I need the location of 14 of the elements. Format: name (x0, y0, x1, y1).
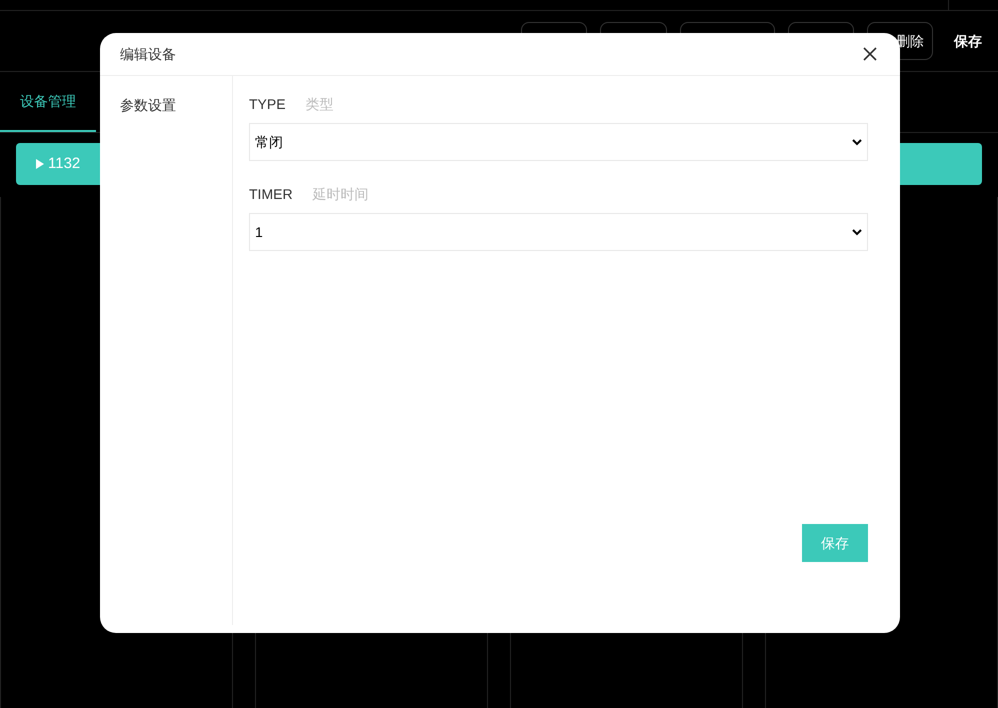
field-hint: 延时时间 (312, 185, 369, 204)
dialog-title: 编辑设备 (120, 45, 176, 64)
select-field[interactable]: 1 (249, 213, 868, 251)
chevron-down-icon (852, 228, 862, 236)
field-hint: 类型 (306, 95, 334, 114)
device-name: 1132 (48, 154, 80, 174)
chevron-down-icon (852, 138, 862, 146)
save-button[interactable]: 保存 (946, 22, 990, 60)
close-icon (863, 47, 877, 61)
sidebar-item[interactable]: 参数设置 (120, 95, 176, 115)
tab[interactable]: 设备管理 (0, 72, 96, 132)
field-label: TYPE (249, 95, 286, 114)
field-label: TIMER (249, 185, 293, 204)
select-field[interactable]: 常闭 (249, 123, 868, 161)
